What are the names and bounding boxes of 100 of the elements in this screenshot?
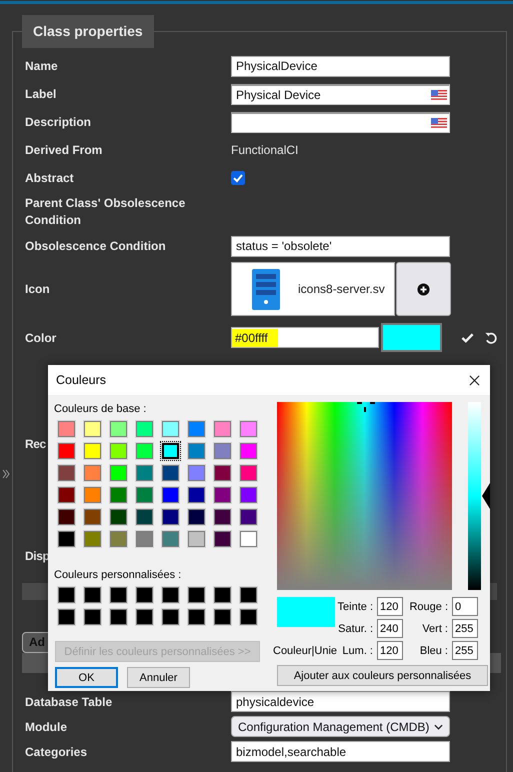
text-field[interactable]: PhysicalDevice	[231, 56, 450, 76]
value-label: Lum. :	[341, 644, 374, 656]
luminance-bar[interactable]	[468, 402, 481, 590]
color-swatch[interactable]	[214, 465, 231, 481]
color-swatch[interactable]	[240, 421, 257, 437]
number-field[interactable]: 0	[452, 597, 478, 616]
color-swatch[interactable]	[214, 443, 231, 459]
color-swatch[interactable]	[84, 587, 101, 603]
color-swatch[interactable]	[136, 509, 153, 525]
color-swatch[interactable]	[188, 509, 205, 525]
checkbox[interactable]	[231, 171, 245, 185]
color-swatch[interactable]	[214, 531, 231, 547]
color-swatch[interactable]	[110, 531, 127, 547]
color-swatch[interactable]	[84, 421, 101, 437]
color-swatch[interactable]	[58, 509, 75, 525]
color-swatch[interactable]	[214, 487, 231, 503]
color-swatch[interactable]	[110, 509, 127, 525]
color-swatch[interactable]	[162, 443, 179, 459]
color-swatch[interactable]	[162, 509, 179, 525]
color-swatch[interactable]	[84, 531, 101, 547]
text-field[interactable]	[231, 112, 450, 132]
color-swatch[interactable]	[240, 509, 257, 525]
color-swatch[interactable]	[58, 587, 75, 603]
color-swatch[interactable]	[84, 509, 101, 525]
text-field[interactable]: status = 'obsolete'	[231, 236, 450, 256]
text-field[interactable]: physicaldevice	[231, 691, 450, 712]
color-swatch[interactable]	[214, 587, 231, 603]
color-swatch[interactable]	[84, 487, 101, 503]
color-swatch[interactable]	[136, 465, 153, 481]
color-swatch[interactable]	[162, 587, 179, 603]
color-swatch[interactable]	[188, 421, 205, 437]
color-swatch[interactable]	[188, 609, 205, 625]
text-field[interactable]: bizmodel,searchable	[231, 741, 450, 762]
number-field[interactable]: 120	[377, 597, 403, 616]
number-field[interactable]: 120	[377, 641, 403, 660]
color-swatch[interactable]	[188, 443, 205, 459]
color-swatch[interactable]	[110, 587, 127, 603]
color-swatch[interactable]	[162, 465, 179, 481]
color-swatch[interactable]	[136, 609, 153, 625]
color-swatch[interactable]	[136, 443, 153, 459]
color-swatch[interactable]	[162, 531, 179, 547]
undo-icon[interactable]	[484, 331, 497, 344]
number-field[interactable]: 240	[377, 619, 403, 638]
color-preview	[277, 597, 335, 627]
cancel-button[interactable]: Annuler	[127, 667, 190, 688]
color-swatch[interactable]	[110, 443, 127, 459]
field-label: Categories	[25, 744, 88, 758]
slider-arrow-icon[interactable]	[482, 483, 490, 509]
color-swatch[interactable]	[136, 421, 153, 437]
color-swatch[interactable]	[110, 487, 127, 503]
flag-icon[interactable]	[431, 118, 447, 128]
color-swatch[interactable]	[214, 609, 231, 625]
color-swatch[interactable]	[240, 465, 257, 481]
color-swatch[interactable]	[240, 531, 257, 547]
add-custom-color-button[interactable]: Ajouter aux couleurs personnalisées	[277, 665, 488, 686]
flag-icon[interactable]	[431, 90, 447, 100]
ok-button[interactable]: OK	[55, 667, 118, 688]
color-swatch[interactable]	[84, 465, 101, 481]
color-swatch[interactable]	[240, 609, 257, 625]
color-swatch[interactable]	[110, 465, 127, 481]
color-swatch[interactable]	[162, 421, 179, 437]
check-icon[interactable]	[461, 331, 474, 344]
color-swatch[interactable]	[188, 487, 205, 503]
expand-icon[interactable]	[2, 469, 10, 479]
number-field[interactable]: 255	[452, 641, 478, 660]
color-swatch[interactable]	[162, 487, 179, 503]
color-swatch[interactable]	[240, 443, 257, 459]
number-field[interactable]: 255	[452, 619, 478, 638]
color-code-field[interactable]: #00ffff	[231, 327, 379, 348]
color-swatch[interactable]	[110, 421, 127, 437]
color-swatch[interactable]	[58, 465, 75, 481]
dialog-title: Couleurs	[56, 373, 106, 387]
color-swatch[interactable]	[58, 421, 75, 437]
color-swatch[interactable]	[188, 465, 205, 481]
icon-file-field[interactable]: icons8-server.sv	[231, 262, 395, 316]
color-swatch[interactable]	[58, 609, 75, 625]
color-swatch[interactable]	[214, 509, 231, 525]
color-swatch[interactable]	[110, 609, 127, 625]
field-label: Abstract	[25, 171, 74, 185]
upload-button[interactable]	[396, 262, 451, 316]
color-swatch[interactable]	[58, 443, 75, 459]
color-swatch[interactable]	[84, 443, 101, 459]
color-swatch[interactable]	[136, 531, 153, 547]
color-swatch[interactable]	[381, 323, 442, 352]
module-select[interactable]: Configuration Management (CMDB)	[231, 716, 450, 737]
color-swatch[interactable]	[58, 487, 75, 503]
color-swatch[interactable]	[214, 421, 231, 437]
color-swatch[interactable]	[162, 609, 179, 625]
color-swatch[interactable]	[240, 487, 257, 503]
color-swatch[interactable]	[136, 487, 153, 503]
color-spectrum[interactable]	[277, 402, 452, 590]
color-swatch[interactable]	[188, 587, 205, 603]
color-swatch[interactable]	[240, 587, 257, 603]
close-icon[interactable]	[469, 374, 480, 386]
color-swatch[interactable]	[136, 587, 153, 603]
field-label: Derived From	[25, 143, 102, 157]
text-field[interactable]: Physical Device	[231, 84, 450, 104]
color-swatch[interactable]	[58, 531, 75, 547]
color-swatch[interactable]	[84, 609, 101, 625]
color-swatch[interactable]	[188, 531, 205, 547]
